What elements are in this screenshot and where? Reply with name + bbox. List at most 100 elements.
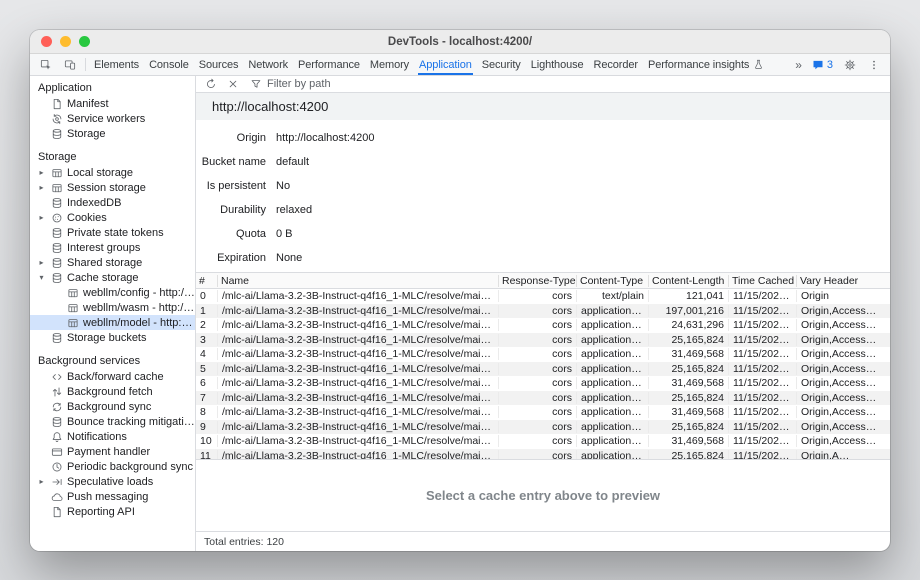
- table-row[interactable]: 9/mlc-ai/Llama-3.2-3B-Instruct-q4f16_1-M…: [196, 420, 890, 435]
- sidebar-item-notifications[interactable]: Notifications: [30, 429, 195, 444]
- menu-button[interactable]: [862, 59, 886, 71]
- sidebar-item-label: Payment handler: [67, 446, 150, 458]
- table-row[interactable]: 5/mlc-ai/Llama-3.2-3B-Instruct-q4f16_1-M…: [196, 362, 890, 377]
- tab-console[interactable]: Console: [144, 54, 194, 75]
- sidebar-section-background-services: Background servicesBack/forward cacheBac…: [30, 353, 195, 519]
- sidebar-item-storage[interactable]: Storage: [30, 126, 195, 141]
- section-title: Background services: [30, 353, 195, 369]
- table-row[interactable]: 0/mlc-ai/Llama-3.2-3B-Instruct-q4f16_1-M…: [196, 289, 890, 304]
- close-button[interactable]: [41, 36, 52, 47]
- clear-button[interactable]: [223, 77, 243, 92]
- sync-icon: [51, 401, 63, 413]
- tab-lighthouse[interactable]: Lighthouse: [526, 54, 589, 75]
- table-row[interactable]: 7/mlc-ai/Llama-3.2-3B-Instruct-q4f16_1-M…: [196, 391, 890, 406]
- table-row[interactable]: 10/mlc-ai/Llama-3.2-3B-Instruct-q4f16_1-…: [196, 434, 890, 449]
- sidebar-item-session-storage[interactable]: ▸Session storage: [30, 180, 195, 195]
- cell-response_type: cors: [499, 334, 577, 346]
- cell-time_cached: 11/15/2024, 10…: [729, 406, 797, 418]
- tab-performance-insights[interactable]: Performance insights: [643, 54, 769, 75]
- settings-button[interactable]: [838, 59, 862, 71]
- table-row[interactable]: 2/mlc-ai/Llama-3.2-3B-Instruct-q4f16_1-M…: [196, 318, 890, 333]
- expander-right-icon[interactable]: ▸: [36, 213, 47, 222]
- device-toolbar-button[interactable]: [58, 54, 82, 75]
- sidebar-item-back-forward-cache[interactable]: Back/forward cache: [30, 369, 195, 384]
- sidebar-item-bounce-tracking-mitigations[interactable]: Bounce tracking mitigations: [30, 414, 195, 429]
- tab-recorder[interactable]: Recorder: [589, 54, 643, 75]
- column-header-vary-header[interactable]: Vary Header: [797, 275, 890, 287]
- sidebar-item-payment-handler[interactable]: Payment handler: [30, 444, 195, 459]
- minimize-button[interactable]: [60, 36, 71, 47]
- expander-right-icon[interactable]: ▸: [36, 168, 47, 177]
- more-tabs-button[interactable]: »: [790, 58, 807, 72]
- metadata-label: Durability: [196, 204, 266, 216]
- table-row[interactable]: 11/mlc-ai/Llama-3.2-3B-Instruct-q4f16_1-…: [196, 449, 890, 460]
- column-header-name[interactable]: Name: [218, 275, 499, 287]
- table-row[interactable]: 1/mlc-ai/Llama-3.2-3B-Instruct-q4f16_1-M…: [196, 304, 890, 319]
- sidebar-item-shared-storage[interactable]: ▸Shared storage: [30, 255, 195, 270]
- tab-network[interactable]: Network: [243, 54, 293, 75]
- tab-elements[interactable]: Elements: [89, 54, 144, 75]
- metadata-value: http://localhost:4200: [276, 132, 374, 144]
- cell-response_type: cors: [499, 450, 577, 459]
- sidebar-item-local-storage[interactable]: ▸Local storage: [30, 165, 195, 180]
- sidebar-item-indexeddb[interactable]: IndexedDB: [30, 195, 195, 210]
- column-header-content-type[interactable]: Content-Type: [577, 275, 649, 287]
- tab-memory[interactable]: Memory: [365, 54, 414, 75]
- column-header-content-length[interactable]: Content-Length: [649, 275, 729, 287]
- expander-right-icon[interactable]: ▸: [36, 477, 47, 486]
- cell-content_length: 25,165,824: [649, 421, 729, 433]
- tab-security[interactable]: Security: [477, 54, 526, 75]
- cell-time_cached: 11/15/2024, 10…: [729, 334, 797, 346]
- tab-application[interactable]: Application: [414, 54, 477, 75]
- tab-performance[interactable]: Performance: [293, 54, 365, 75]
- cloud-icon: [51, 491, 63, 503]
- sidebar-item-periodic-background-sync[interactable]: Periodic background sync: [30, 459, 195, 474]
- sidebar-item-cache-storage[interactable]: ▾Cache storage: [30, 270, 195, 285]
- cell-name: /mlc-ai/Llama-3.2-3B-Instruct-q4f16_1-ML…: [218, 450, 499, 459]
- sidebar-item-background-fetch[interactable]: Background fetch: [30, 384, 195, 399]
- refresh-button[interactable]: [201, 77, 221, 92]
- database-icon: [51, 257, 63, 269]
- traffic-lights: [41, 30, 90, 53]
- cell-response_type: cors: [499, 290, 577, 302]
- sidebar-item-label: Cookies: [67, 212, 107, 224]
- table-row[interactable]: 4/mlc-ai/Llama-3.2-3B-Instruct-q4f16_1-M…: [196, 347, 890, 362]
- clock-icon: [51, 461, 63, 473]
- sidebar-item-push-messaging[interactable]: Push messaging: [30, 489, 195, 504]
- sidebar-item-webllm-wasm-http-loca[interactable]: webllm/wasm - http://loca…: [30, 300, 195, 315]
- sidebar-item-private-state-tokens[interactable]: Private state tokens: [30, 225, 195, 240]
- sidebar-item-label: IndexedDB: [67, 197, 121, 209]
- sidebar-item-label: Background sync: [67, 401, 151, 413]
- cell-index: 4: [196, 348, 218, 360]
- sidebar-item-interest-groups[interactable]: Interest groups: [30, 240, 195, 255]
- sidebar-item-webllm-config-http-loc[interactable]: webllm/config - http://loc…: [30, 285, 195, 300]
- sidebar-item-webllm-model-http-loc[interactable]: webllm/model - http://loc…: [30, 315, 195, 330]
- tab-sources[interactable]: Sources: [194, 54, 244, 75]
- sidebar-item-cookies[interactable]: ▸ Cookies: [30, 210, 195, 225]
- table-row[interactable]: 6/mlc-ai/Llama-3.2-3B-Instruct-q4f16_1-M…: [196, 376, 890, 391]
- table-row[interactable]: 3/mlc-ai/Llama-3.2-3B-Instruct-q4f16_1-M…: [196, 333, 890, 348]
- expander-right-icon[interactable]: ▸: [36, 258, 47, 267]
- column-header-[interactable]: #: [196, 275, 218, 287]
- service-workers-icon: [51, 113, 63, 125]
- issues-button[interactable]: 3: [807, 59, 838, 71]
- sidebar-item-manifest[interactable]: Manifest: [30, 96, 195, 111]
- sidebar-item-service-workers[interactable]: Service workers: [30, 111, 195, 126]
- filter-input[interactable]: Filter by path: [245, 78, 336, 90]
- sidebar-item-speculative-loads[interactable]: ▸Speculative loads: [30, 474, 195, 489]
- sidebar-item-reporting-api[interactable]: Reporting API: [30, 504, 195, 519]
- inspect-element-button[interactable]: [34, 54, 58, 75]
- column-header-time-cached[interactable]: Time Cached: [729, 275, 797, 287]
- sidebar-item-background-sync[interactable]: Background sync: [30, 399, 195, 414]
- cell-response_type: cors: [499, 305, 577, 317]
- column-header-response-type[interactable]: Response-Type: [499, 275, 577, 287]
- zoom-button[interactable]: [79, 36, 90, 47]
- sidebar-item-storage-buckets[interactable]: Storage buckets: [30, 330, 195, 345]
- table-row[interactable]: 8/mlc-ai/Llama-3.2-3B-Instruct-q4f16_1-M…: [196, 405, 890, 420]
- expander-right-icon[interactable]: ▸: [36, 183, 47, 192]
- cell-time_cached: 11/15/2024, 10…: [729, 377, 797, 389]
- macos-titlebar: DevTools - localhost:4200/: [30, 30, 890, 54]
- expander-down-icon[interactable]: ▾: [36, 273, 47, 282]
- cell-index: 8: [196, 406, 218, 418]
- cell-content_length: 121,041: [649, 290, 729, 302]
